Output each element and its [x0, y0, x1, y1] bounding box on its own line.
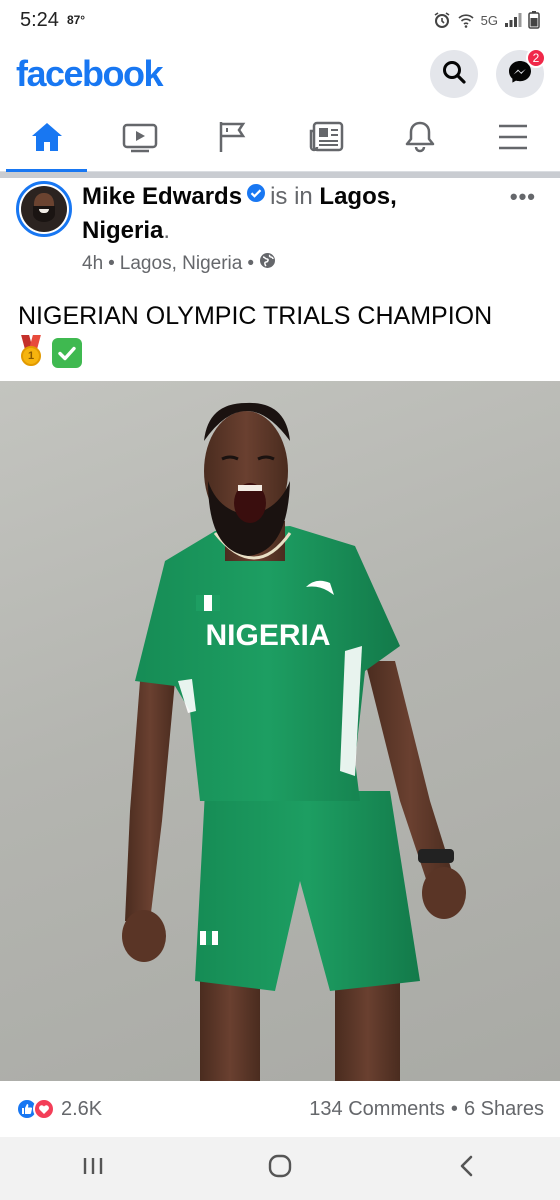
jersey-text: NIGERIA: [205, 619, 330, 652]
post-location[interactable]: Lagos, Nigeria: [120, 253, 243, 275]
athlete-photo-illustration: NIGERIA: [122, 402, 466, 1081]
recent-apps-icon: [82, 1156, 104, 1181]
flag-icon: [217, 120, 249, 159]
medal-icon: 1: [18, 335, 44, 369]
post-meta: 4h • Lagos, Nigeria •: [82, 252, 276, 275]
messenger-badge: 2: [526, 48, 546, 68]
comments-count[interactable]: 134 Comments: [309, 1098, 445, 1121]
recent-apps-button[interactable]: [63, 1149, 123, 1189]
battery-icon: [528, 11, 540, 29]
home-circle-icon: [267, 1153, 293, 1184]
menu-icon: [497, 123, 529, 156]
love-icon: [33, 1098, 55, 1120]
network-label: 5G: [480, 12, 498, 28]
search-button[interactable]: [430, 50, 478, 98]
system-navigation-bar: [0, 1137, 560, 1200]
reaction-count: 2.6K: [61, 1097, 103, 1120]
tab-news[interactable]: [280, 108, 373, 171]
signal-icon: [504, 12, 522, 28]
shares-count[interactable]: 6 Shares: [464, 1098, 544, 1121]
messenger-button[interactable]: 2: [496, 48, 546, 98]
status-time: 5:24: [20, 8, 59, 31]
wifi-icon: [457, 11, 475, 29]
post-title: Mike Edwards is in Lagos, Nigeria.: [82, 180, 482, 246]
newspaper-icon: [309, 121, 345, 158]
home-system-button[interactable]: [250, 1149, 310, 1189]
reaction-icons[interactable]: 2.6K: [16, 1098, 102, 1121]
status-icons: 5G: [433, 11, 540, 29]
tab-notifications[interactable]: [373, 108, 466, 171]
main-nav: [0, 108, 560, 172]
post-header: Mike Edwards is in Lagos, Nigeria. 4h • L…: [0, 178, 560, 288]
verified-badge-icon: [246, 180, 266, 211]
tab-pages[interactable]: [187, 108, 280, 171]
tab-watch[interactable]: [93, 108, 186, 171]
status-bar: 5:24 87° 5G: [0, 0, 560, 40]
globe-icon: [259, 252, 276, 275]
check-mark-icon: [52, 338, 82, 368]
status-temperature: 87°: [66, 13, 86, 27]
post-photo[interactable]: NIGERIA: [0, 381, 560, 1081]
tab-menu[interactable]: [467, 108, 560, 171]
more-options-button[interactable]: •••: [510, 184, 536, 210]
back-icon: [458, 1154, 476, 1183]
bell-icon: [404, 120, 436, 159]
avatar[interactable]: [16, 181, 72, 237]
post-text: NIGERIAN OLYMPIC TRIALS CHAMPION 1: [18, 300, 548, 369]
post-time[interactable]: 4h: [82, 253, 103, 275]
reactions-bar: 2.6K 134 Comments • 6 Shares: [0, 1081, 560, 1137]
post-message: NIGERIAN OLYMPIC TRIALS CHAMPION: [18, 302, 493, 330]
video-icon: [122, 121, 158, 158]
facebook-logo[interactable]: facebook: [16, 53, 164, 95]
is-in-text: is in: [270, 182, 313, 210]
stats-separator: •: [450, 1097, 458, 1120]
app-header: facebook 2: [0, 40, 560, 108]
alarm-icon: [433, 11, 451, 29]
author-name[interactable]: Mike Edwards: [82, 183, 242, 210]
tab-home[interactable]: [0, 108, 93, 172]
home-icon: [30, 121, 64, 158]
back-button[interactable]: [437, 1149, 497, 1189]
search-icon: [441, 59, 467, 90]
